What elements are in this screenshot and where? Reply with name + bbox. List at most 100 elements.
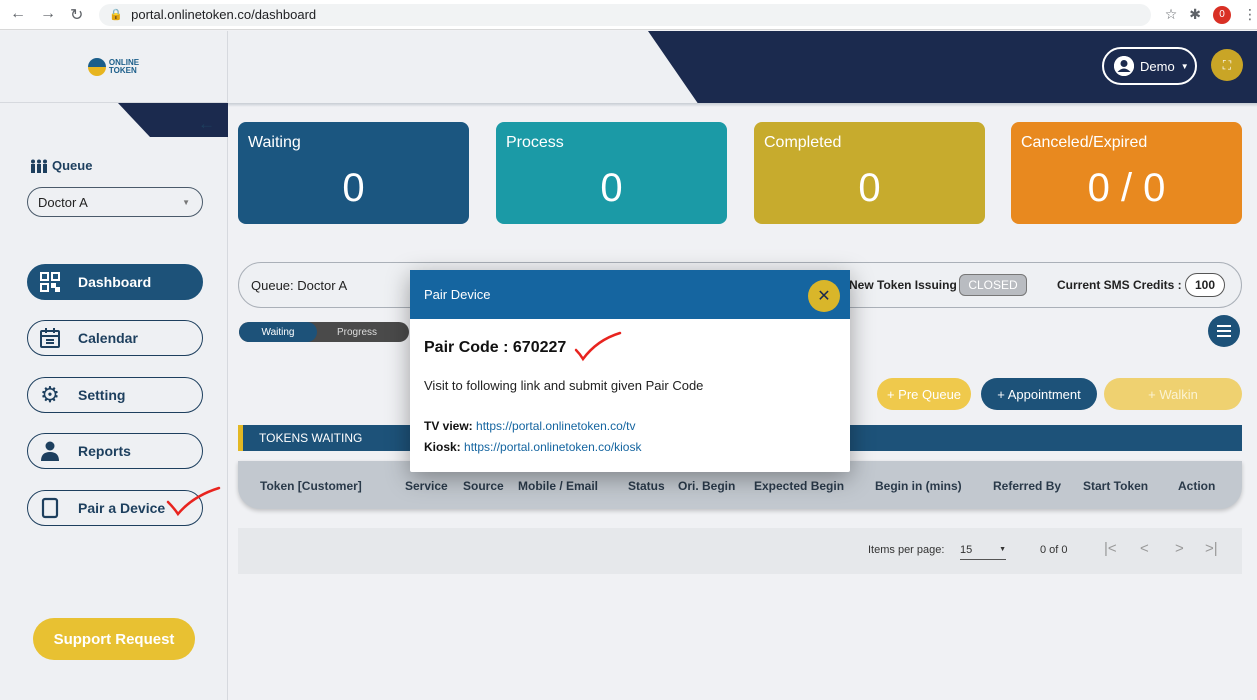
pair-code: Pair Code : 670227 (424, 339, 567, 356)
items-per-page-select[interactable]: 15 ▼ (960, 540, 1006, 560)
toggle-waiting[interactable]: Waiting (239, 322, 317, 342)
lock-icon: 🔒 (109, 9, 124, 21)
user-name: Demo (1140, 58, 1175, 74)
more-menu-icon[interactable]: ⋮ (1243, 6, 1257, 23)
profile-badge[interactable]: 0 (1213, 5, 1231, 24)
queue-select[interactable]: Doctor A ▼ (27, 187, 203, 217)
sidebar: ONLINE TOKEN (0, 31, 228, 700)
column-header: Ori. Begin (678, 479, 736, 493)
tv-view-label: TV view: (424, 419, 473, 433)
header-shadow (228, 103, 1257, 107)
sidebar-item-label: Reports (78, 443, 131, 459)
kiosk-row: Kiosk: https://portal.onlinetoken.co/kio… (424, 440, 641, 454)
account-icon (1114, 56, 1134, 76)
sidebar-item-reports[interactable]: Reports (27, 433, 203, 469)
items-per-page-label: Items per page: (868, 544, 945, 556)
people-icon (31, 159, 47, 173)
queue-select-value: Doctor A (38, 194, 88, 210)
url-text: portal.onlinetoken.co/dashboard (131, 7, 317, 22)
stat-value: 0 (858, 166, 881, 210)
last-page-icon[interactable]: >| (1205, 540, 1218, 557)
menu-icon (1217, 325, 1231, 337)
red-checkmark-annotation (166, 486, 221, 517)
menu-button[interactable] (1208, 315, 1240, 347)
sidebar-item-dashboard[interactable]: Dashboard (27, 264, 203, 300)
fullscreen-icon: ⛶ (1222, 57, 1232, 72)
next-page-icon[interactable]: > (1175, 540, 1184, 557)
column-header: Status (628, 479, 665, 493)
sidebar-item-setting[interactable]: ⚙ Setting (27, 377, 203, 413)
extensions-icon[interactable]: ✱ (1189, 6, 1201, 23)
star-icon[interactable]: ☆ (1165, 6, 1178, 23)
sms-credits-label: Current SMS Credits : (1057, 278, 1182, 292)
stat-card-completed[interactable]: Completed 0 (754, 122, 985, 224)
stat-title: Waiting (248, 134, 301, 151)
reload-icon[interactable]: ↻ (70, 5, 83, 25)
forward-icon[interactable]: → (40, 5, 56, 25)
pair-device-modal: Pair Device ✕ Pair Code : 670227 Visit t… (410, 270, 850, 472)
sidebar-item-label: Pair a Device (78, 500, 166, 516)
sidebar-item-label: Setting (78, 387, 126, 403)
queue-label: Queue (30, 158, 92, 173)
stat-card-waiting[interactable]: Waiting 0 (238, 122, 469, 224)
stat-card-process[interactable]: Process 0 (496, 122, 727, 224)
first-page-icon[interactable]: |< (1104, 540, 1117, 557)
column-header: Start Token (1083, 479, 1149, 493)
support-request-button[interactable]: Support Request (33, 618, 195, 660)
close-icon: ✕ (817, 288, 831, 305)
column-header: Referred By (993, 479, 1062, 493)
stat-title: Process (506, 134, 564, 151)
page-range: 0 of 0 (1040, 544, 1068, 556)
qr-icon (38, 270, 62, 294)
logo-area: ONLINE TOKEN (0, 31, 227, 103)
stat-value: 0 / 0 (1087, 166, 1166, 210)
red-checkmark-annotation (574, 331, 622, 362)
waiting-progress-toggle[interactable]: Waiting Progress (239, 322, 409, 342)
queue-name: Queue: Doctor A (251, 278, 348, 293)
tv-view-link[interactable]: https://portal.onlinetoken.co/tv (476, 419, 635, 433)
logo[interactable]: ONLINE TOKEN (87, 57, 139, 76)
tv-view-row: TV view: https://portal.onlinetoken.co/t… (424, 419, 635, 433)
stat-title: Canceled/Expired (1021, 134, 1148, 151)
previous-page-icon[interactable]: < (1140, 540, 1149, 557)
column-header: Service (405, 479, 448, 493)
tablet-icon (38, 496, 62, 520)
browser-toolbar: ← → ↻ 🔒 portal.onlinetoken.co/dashboard … (0, 0, 1257, 30)
column-header: Mobile / Email (518, 479, 599, 493)
logo-line2: TOKEN (108, 65, 137, 75)
user-menu[interactable]: Demo ▼ (1102, 47, 1197, 85)
appointment-button[interactable]: + Appointment (981, 378, 1097, 410)
stat-card-canceled[interactable]: Canceled/Expired 0 / 0 (1011, 122, 1242, 224)
logo-icon (87, 57, 106, 76)
address-bar[interactable]: 🔒 portal.onlinetoken.co/dashboard (99, 3, 1151, 26)
chevron-down-icon: ▼ (999, 546, 1006, 553)
column-header: Action (1178, 479, 1216, 493)
kiosk-label: Kiosk: (424, 440, 461, 454)
back-icon[interactable]: ← (10, 5, 26, 25)
new-token-status-toggle[interactable]: CLOSED (959, 274, 1027, 296)
close-button[interactable]: ✕ (808, 280, 840, 312)
stat-title: Completed (764, 134, 842, 151)
paginator: Items per page: 15 ▼ 0 of 0 |< < > >| (238, 528, 1242, 574)
toggle-progress[interactable]: Progress (317, 322, 409, 342)
column-header: Expected Begin (754, 479, 845, 493)
pair-instruction: Visit to following link and submit given… (424, 378, 704, 393)
column-header: Source (463, 479, 504, 493)
sidebar-item-label: Calendar (78, 330, 138, 346)
stat-value: 0 (600, 166, 623, 210)
gear-icon: ⚙ (40, 382, 60, 407)
column-header: Begin in (mins) (875, 479, 962, 493)
stat-value: 0 (342, 166, 365, 210)
kiosk-link[interactable]: https://portal.onlinetoken.co/kiosk (464, 440, 641, 454)
pre-queue-button[interactable]: + Pre Queue (877, 378, 971, 410)
collapse-sidebar-icon[interactable]: ← (198, 114, 215, 134)
fullscreen-button[interactable]: ⛶ (1211, 49, 1243, 81)
sidebar-item-label: Dashboard (78, 274, 152, 290)
walkin-button[interactable]: + Walkin (1104, 378, 1242, 410)
sidebar-decoration (0, 103, 228, 137)
sms-credits-value: 100 (1185, 273, 1225, 297)
modal-title: Pair Device (424, 287, 491, 302)
new-token-label: New Token Issuing : (849, 278, 965, 292)
sidebar-item-calendar[interactable]: Calendar (27, 320, 203, 356)
caret-down-icon: ▼ (1180, 61, 1189, 71)
